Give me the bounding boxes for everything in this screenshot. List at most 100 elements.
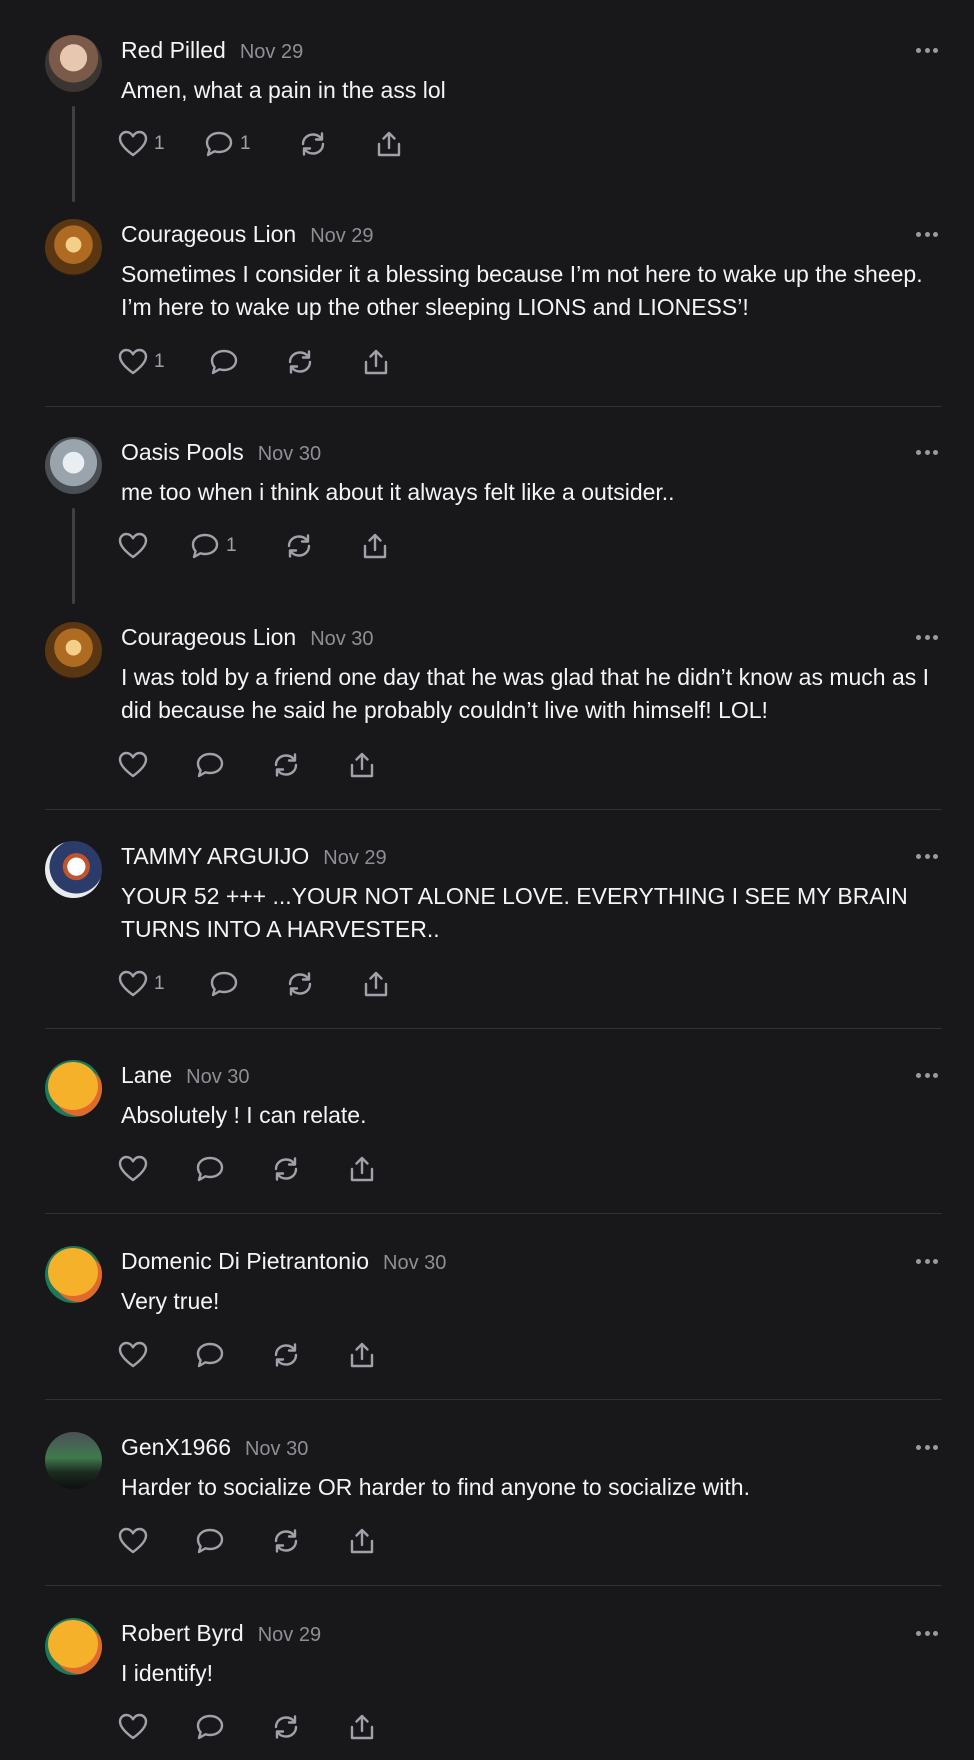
post-date: Nov 29 (257, 1624, 322, 1646)
heart-icon (118, 1341, 148, 1368)
share-button[interactable] (360, 532, 390, 560)
reply-button[interactable] (195, 1713, 271, 1741)
comment-text: Amen, what a pain in the ass lol (121, 77, 446, 103)
like-button[interactable]: 1 (118, 348, 209, 376)
share-button[interactable] (361, 970, 391, 998)
post-date: Nov 30 (244, 1438, 309, 1460)
reply-button[interactable] (195, 1341, 271, 1369)
reply-button[interactable] (195, 1527, 271, 1555)
more-options-icon[interactable] (916, 853, 938, 859)
divider (45, 1399, 942, 1400)
post-date: Nov 29 (323, 847, 387, 869)
author-name[interactable]: Domenic Di Pietrantonio (121, 1248, 369, 1274)
share-icon (350, 1342, 374, 1368)
author-name[interactable]: GenX1966 (121, 1434, 231, 1460)
avatar[interactable] (45, 219, 102, 276)
action-bar (118, 1153, 377, 1185)
avatar[interactable] (45, 1432, 102, 1489)
share-button[interactable] (347, 1155, 377, 1183)
repost-icon (287, 534, 311, 558)
like-button[interactable] (118, 1527, 195, 1555)
post-date: Nov 29 (239, 41, 304, 63)
repost-icon (301, 132, 325, 156)
avatar[interactable] (45, 1618, 102, 1675)
share-icon (350, 1156, 374, 1182)
repost-button[interactable] (271, 1713, 347, 1741)
author-name[interactable]: TAMMY ARGUIJO (121, 843, 309, 869)
like-button[interactable]: 1 (118, 970, 209, 998)
comment-icon (196, 752, 224, 778)
author-name[interactable]: Oasis Pools (121, 439, 244, 465)
reply-button[interactable]: 1 (204, 130, 298, 158)
share-icon (350, 1714, 374, 1740)
repost-icon (288, 972, 312, 996)
author-name[interactable]: Courageous Lion (121, 221, 296, 247)
more-options-icon[interactable] (916, 449, 938, 455)
repost-button[interactable] (298, 130, 374, 158)
author-name[interactable]: Robert Byrd (121, 1620, 244, 1646)
more-options-icon[interactable] (916, 634, 938, 640)
reply-button[interactable] (209, 348, 285, 376)
share-button[interactable] (374, 130, 404, 158)
like-button[interactable] (118, 1713, 195, 1741)
heart-icon (118, 1155, 148, 1182)
more-options-icon[interactable] (916, 1630, 938, 1636)
action-bar (118, 749, 377, 781)
author-name[interactable]: Red Pilled (121, 37, 226, 63)
thread-line (72, 106, 75, 202)
comment-text: Very true! (121, 1288, 220, 1314)
like-button[interactable] (118, 1341, 195, 1369)
reply-button[interactable] (195, 751, 271, 779)
repost-button[interactable] (271, 1527, 347, 1555)
share-button[interactable] (347, 751, 377, 779)
repost-button[interactable] (271, 751, 347, 779)
avatar[interactable] (45, 841, 102, 898)
more-options-icon[interactable] (916, 231, 938, 237)
author-name[interactable]: Courageous Lion (121, 624, 296, 650)
comment-icon (210, 349, 238, 375)
like-button[interactable] (118, 1155, 195, 1183)
divider (45, 1213, 942, 1214)
post-date: Nov 30 (257, 443, 322, 465)
like-button[interactable]: 1 (118, 130, 204, 158)
repost-button[interactable] (285, 970, 361, 998)
reply-button[interactable] (195, 1155, 271, 1183)
repost-button[interactable] (285, 348, 361, 376)
avatar[interactable] (45, 622, 102, 679)
comment-icon (191, 533, 219, 559)
like-button[interactable] (118, 532, 190, 560)
share-icon (364, 349, 388, 375)
avatar[interactable] (45, 35, 102, 92)
post-date: Nov 30 (310, 628, 374, 650)
more-options-icon[interactable] (916, 1258, 938, 1264)
repost-button[interactable] (271, 1155, 347, 1183)
avatar[interactable] (45, 1246, 102, 1303)
reply-count: 1 (226, 535, 237, 556)
comment-icon (196, 1342, 224, 1368)
repost-button[interactable] (271, 1341, 347, 1369)
repost-button[interactable] (284, 532, 360, 560)
share-button[interactable] (347, 1713, 377, 1741)
more-options-icon[interactable] (916, 1444, 938, 1450)
divider (45, 1585, 942, 1586)
comment-text: me too when i think about it always felt… (121, 479, 675, 505)
like-count: 1 (154, 133, 165, 154)
comment-text: Absolutely ! I can relate. (121, 1102, 367, 1128)
reply-button[interactable]: 1 (190, 532, 284, 560)
reply-button[interactable] (209, 970, 285, 998)
author-name[interactable]: Lane (121, 1062, 172, 1088)
share-button[interactable] (361, 348, 391, 376)
default-avatar-icon (48, 1248, 98, 1296)
avatar[interactable] (45, 1060, 102, 1117)
share-icon (350, 1528, 374, 1554)
comment-text: I identify! (121, 1660, 214, 1686)
like-button[interactable] (118, 751, 195, 779)
more-options-icon[interactable] (916, 47, 938, 53)
share-icon (350, 752, 374, 778)
more-options-icon[interactable] (916, 1072, 938, 1078)
action-bar (118, 1339, 377, 1371)
share-icon (364, 971, 388, 997)
avatar[interactable] (45, 437, 102, 494)
share-button[interactable] (347, 1527, 377, 1555)
share-button[interactable] (347, 1341, 377, 1369)
